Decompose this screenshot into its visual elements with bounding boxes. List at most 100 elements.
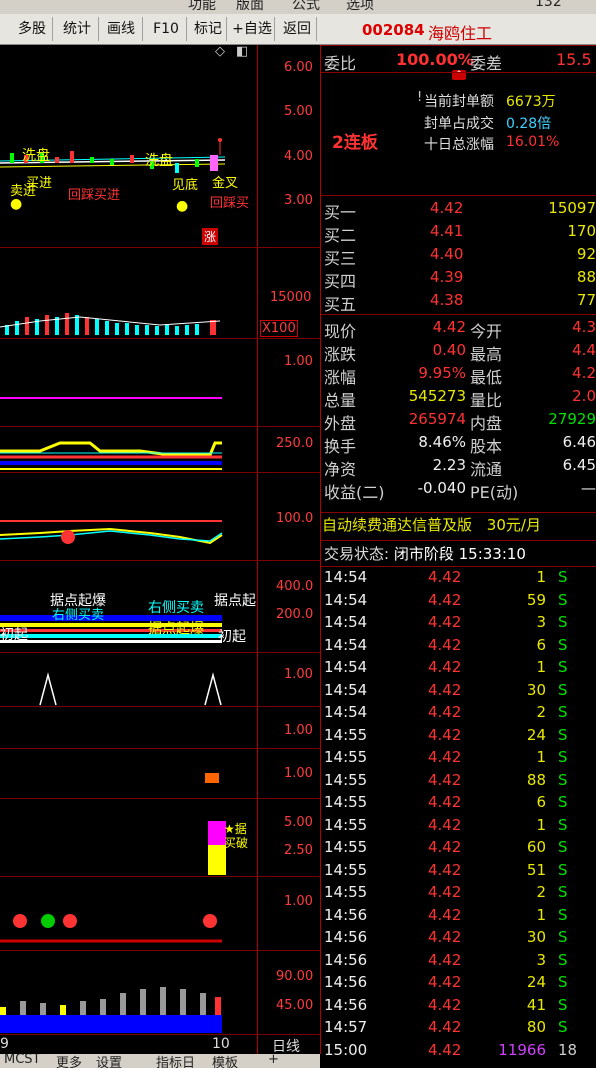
tick-side: S <box>558 680 568 699</box>
quote-row: 换手 8.46% 股本 6.46 <box>322 433 596 456</box>
tick-volume: 1 <box>536 815 546 834</box>
limit-up-badge: 涨 <box>202 228 219 245</box>
tick-side: S <box>558 905 568 924</box>
bid-row[interactable]: 买一 4.42 15097 <box>322 199 596 222</box>
tick-time: 14:56 <box>324 905 368 924</box>
tick-side: 18 <box>558 1040 578 1059</box>
seal-ratio-label: 封单占成交 <box>424 116 494 132</box>
quote-label: 外盘 <box>324 414 357 433</box>
quote-value: 545273 <box>408 387 466 405</box>
tick-row: 14:55 4.42 1 S <box>322 748 596 770</box>
bid-label: 买三 <box>324 249 357 268</box>
tick-volume: 41 <box>526 995 546 1014</box>
tick-time: 14:54 <box>324 703 368 721</box>
quote-row: 涨幅 9.95% 最低 4.2 <box>322 364 596 387</box>
back-button[interactable]: 返回 <box>278 17 317 41</box>
tick-time: 14:54 <box>324 680 368 699</box>
y-tick: 6.00 <box>284 60 313 75</box>
quote-value: -0.040 <box>417 479 466 497</box>
bid-row[interactable]: 买二 4.41 170 <box>322 222 596 245</box>
bid-row[interactable]: 买五 4.38 77 <box>322 291 596 314</box>
tick-side: S <box>558 635 568 654</box>
divider <box>321 540 596 541</box>
quote-row: 涨跌 0.40 最高 4.4 <box>322 341 596 364</box>
tab-add[interactable]: + <box>268 1054 279 1067</box>
quote-row: 外盘 265974 内盘 27929 <box>322 410 596 433</box>
ten-day-label: 十日总涨幅 <box>424 137 494 153</box>
tick-price: 4.42 <box>428 1040 462 1059</box>
add-watchlist-button[interactable]: +自选 <box>230 17 275 41</box>
tick-side: S <box>558 838 568 856</box>
tick-side: S <box>558 995 568 1014</box>
bid-price: 4.38 <box>430 291 464 309</box>
order-ratio-label: 委比 <box>324 54 357 73</box>
tab-mcst[interactable]: MCST <box>4 1054 41 1067</box>
bid-row[interactable]: 买四 4.39 88 <box>322 268 596 291</box>
tick-row: 14:56 4.42 24 S <box>322 973 596 995</box>
bid-row[interactable]: 买三 4.40 92 <box>322 245 596 268</box>
y-tick: X100 <box>260 320 298 337</box>
tick-row: 14:54 4.42 59 S <box>322 591 596 613</box>
statistics-button[interactable]: 统计 <box>56 17 99 41</box>
f10-button[interactable]: F10 <box>146 17 187 41</box>
divider <box>321 512 596 513</box>
tick-row: 14:55 4.42 60 S <box>322 838 596 860</box>
y-tick: 3.00 <box>284 193 313 208</box>
tick-price: 4.42 <box>428 905 462 924</box>
tick-volume: 60 <box>526 838 546 856</box>
bid-price: 4.42 <box>430 199 464 217</box>
tab-more[interactable]: 更多 <box>56 1054 82 1068</box>
menu-function[interactable]: 功能 <box>188 0 216 14</box>
tick-time: 14:55 <box>324 725 368 744</box>
tab-indicator[interactable]: 指标日 <box>156 1054 195 1068</box>
p7-spikes <box>39 672 222 706</box>
tick-volume: 24 <box>526 973 546 991</box>
daily-line-label[interactable]: 日线 <box>272 1036 300 1056</box>
y-tick: 4.00 <box>284 149 313 164</box>
quote-value: 9.95% <box>418 364 466 382</box>
info-icon: ! <box>417 90 423 105</box>
ad-banner[interactable]: 自动续费通达信普及版 30元/月 <box>322 514 596 538</box>
chart-label: 买破 <box>224 836 249 850</box>
tick-volume: 88 <box>526 770 546 789</box>
menu-layout[interactable]: 版面 <box>236 0 264 14</box>
tab-template[interactable]: 模板 <box>212 1054 238 1068</box>
tick-row: 15:00 4.42 11966 18 <box>322 1041 596 1063</box>
y-tick: 100.0 <box>276 511 314 526</box>
mark-button[interactable]: 标记 <box>190 17 227 41</box>
quote-label: 涨幅 <box>324 368 357 387</box>
tick-time: 14:54 <box>324 613 368 631</box>
tick-volume: 2 <box>536 883 546 901</box>
quote-label: 涨跌 <box>324 345 357 364</box>
multi-stock-button[interactable]: 多股 <box>12 17 53 41</box>
draw-line-button[interactable]: 画线 <box>100 17 143 41</box>
tick-side: S <box>558 568 568 586</box>
chart-label: 回踩买 <box>210 196 250 211</box>
tab-settings[interactable]: 设置 <box>96 1054 122 1068</box>
tick-row: 14:56 4.42 3 S <box>322 951 596 973</box>
chart-label: 右侧买卖 <box>148 600 204 616</box>
y-tick: 5.00 <box>284 815 313 830</box>
chart-label: 初起 <box>218 629 246 645</box>
bid-volume: 92 <box>576 245 596 263</box>
menu-formula[interactable]: 公式 <box>292 0 320 14</box>
chart-axis-divider <box>257 45 258 1054</box>
tick-side: S <box>558 883 568 901</box>
tick-row: 14:55 4.42 24 S <box>322 726 596 748</box>
order-diff-value: 15.5 <box>556 50 592 69</box>
bid-label: 买一 <box>324 203 357 222</box>
y-tick: 1.00 <box>284 723 313 738</box>
tick-price: 4.42 <box>428 860 462 879</box>
tick-volume: 80 <box>526 1018 546 1036</box>
quote-label: 内盘 <box>470 414 503 433</box>
y-tick: 1.00 <box>284 354 313 369</box>
quote-value: 2.23 <box>432 456 466 474</box>
tick-row: 14:56 4.42 1 S <box>322 906 596 928</box>
quote-value: 2.0 <box>572 387 596 405</box>
ten-day-value: 16.01% <box>506 134 560 150</box>
tick-price: 4.42 <box>428 815 462 834</box>
order-diff-label: 委差 <box>470 54 503 73</box>
menu-options[interactable]: 选项 <box>346 0 374 14</box>
tick-row: 14:56 4.42 30 S <box>322 928 596 950</box>
seal-ratio-value: 0.28倍 <box>506 116 552 132</box>
